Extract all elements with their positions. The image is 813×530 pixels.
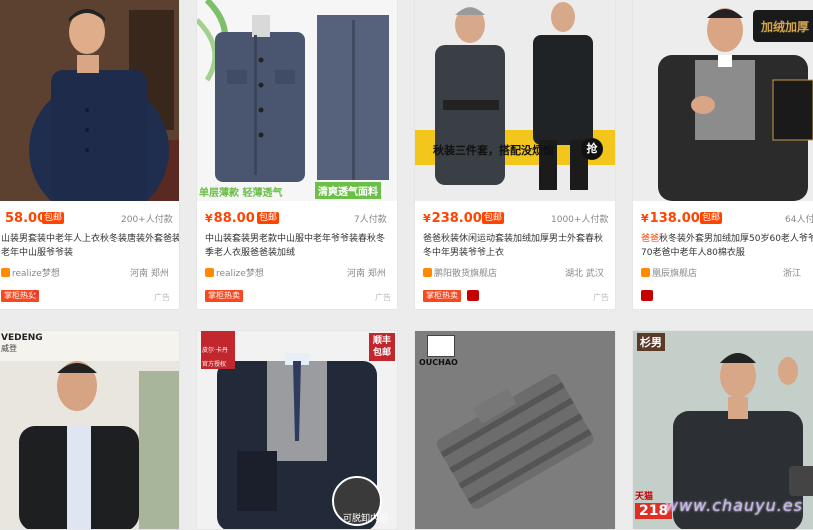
shop-name[interactable]: 凰辰旗舰店: [641, 266, 697, 279]
detachable-liner-label: 可脱卸内胆: [343, 514, 389, 524]
product-card-5[interactable]: VEDENG 威登: [0, 330, 180, 530]
product-image[interactable]: 加绒加厚: [633, 0, 813, 201]
shop-location: 河南 郑州: [347, 269, 386, 279]
shop-name[interactable]: realize梦想: [205, 266, 264, 279]
ouchao-logo: [427, 335, 455, 357]
product-image[interactable]: 秋装三件套，搭配没烦恼 抢: [415, 0, 615, 201]
brand-label: 杉男: [637, 333, 665, 351]
shop-location: 湖北 武汉: [565, 269, 604, 279]
tmall-label: 天猫: [635, 492, 654, 502]
shop-icon: [205, 268, 214, 277]
shop-icon: [423, 268, 432, 277]
product-title[interactable]: 爸爸秋冬装外套男加绒加厚50岁60老人爷爷70老爸中老年人80棉衣服: [641, 232, 813, 260]
brand-label: OUCHAO: [419, 358, 458, 367]
product-price: 58.00: [5, 211, 47, 226]
product-price: ¥238.00: [423, 211, 482, 226]
product-title[interactable]: 爸爸秋装休闲运动套装加绒加厚男士外套春秋冬中年男装爷爷上衣: [423, 232, 609, 260]
image-label-breathable: 清爽透气面料: [315, 182, 381, 199]
image-label-promo: 秋装三件套，搭配没烦恼: [433, 144, 554, 157]
shop-name[interactable]: 鹏阳散货旗舰店: [423, 266, 497, 279]
sales-count: 1000+人付款: [551, 215, 609, 225]
product-title[interactable]: 中山装套装男老款中山服中老年爷爷装春秋冬季老人衣服爸爸装加绒: [205, 232, 391, 260]
brand-label-cn: 威登: [1, 344, 17, 353]
product-card-1[interactable]: 58.00 包邮 200+人付款 山装男套装中老年人上衣秋冬装唐装外套爸装老年中…: [0, 0, 180, 310]
tmall-icon: [641, 290, 653, 301]
product-title[interactable]: 山装男套装中老年人上衣秋冬装唐装外套爸装老年中山服爷爷装: [1, 232, 179, 260]
image-label-thin: 单层薄款 轻薄透气: [199, 188, 283, 199]
product-card-6[interactable]: 皮尔·卡丹 官方授权 顺丰包邮 可脱卸内胆: [196, 330, 398, 530]
official-auth-label: 官方授权: [202, 361, 227, 368]
watermark-text: www.chauyu.es: [664, 496, 803, 515]
free-shipping-badge: 包邮: [257, 212, 280, 224]
shop-name[interactable]: realize梦想: [1, 266, 60, 279]
ad-label: 广告: [375, 293, 391, 302]
product-card-7[interactable]: OUCHAO: [414, 330, 616, 530]
product-card-3[interactable]: 秋装三件套，搭配没烦恼 抢 ¥238.00 包邮 1000+人付款 爸爸秋装休闲…: [414, 0, 616, 310]
tmall-icon: [467, 290, 479, 301]
free-shipping-badge: 包邮: [42, 212, 65, 224]
sf-shipping-badge: 顺丰包邮: [369, 333, 395, 361]
promo-tag: 掌柜热卖: [423, 290, 461, 302]
flower-icon: ✿: [31, 289, 40, 300]
promo-tag: 掌柜热卖: [205, 290, 243, 302]
grab-badge: 抢: [581, 138, 603, 160]
shop-icon: [1, 268, 10, 277]
product-price: ¥138.00: [641, 211, 700, 226]
shop-icon: [641, 268, 650, 277]
sales-count: 7人付款: [354, 215, 387, 225]
sales-count: 64人付: [785, 215, 813, 225]
shop-location: 浙江: [783, 269, 802, 279]
product-image[interactable]: VEDENG 威登: [0, 331, 179, 529]
brand-label: 皮尔·卡丹: [202, 347, 228, 354]
sales-count: 200+人付款: [121, 215, 173, 225]
product-image[interactable]: 皮尔·卡丹 官方授权 顺丰包邮 可脱卸内胆: [197, 331, 397, 529]
product-card-4[interactable]: 加绒加厚 ¥138.00 包邮 64人付 爸爸秋冬装外套男加绒加厚50岁60老人…: [632, 0, 813, 310]
product-image[interactable]: OUCHAO: [415, 331, 615, 529]
ad-label: 广告: [593, 293, 609, 302]
product-price: ¥88.00: [205, 211, 255, 226]
brand-label: VEDENG: [1, 333, 43, 343]
free-shipping-badge: 包邮: [700, 212, 723, 224]
product-image[interactable]: [0, 0, 179, 201]
ad-label: 广告: [154, 293, 170, 302]
image-label-fleece: 加绒加厚: [761, 20, 810, 34]
free-shipping-badge: 包邮: [482, 212, 505, 224]
product-image[interactable]: 单层薄款 轻薄透气 清爽透气面料: [197, 0, 397, 201]
shop-location: 河南 郑州: [130, 269, 169, 279]
product-card-2[interactable]: 单层薄款 轻薄透气 清爽透气面料 ¥88.00 包邮 7人付款 中山装套装男老款…: [196, 0, 398, 310]
